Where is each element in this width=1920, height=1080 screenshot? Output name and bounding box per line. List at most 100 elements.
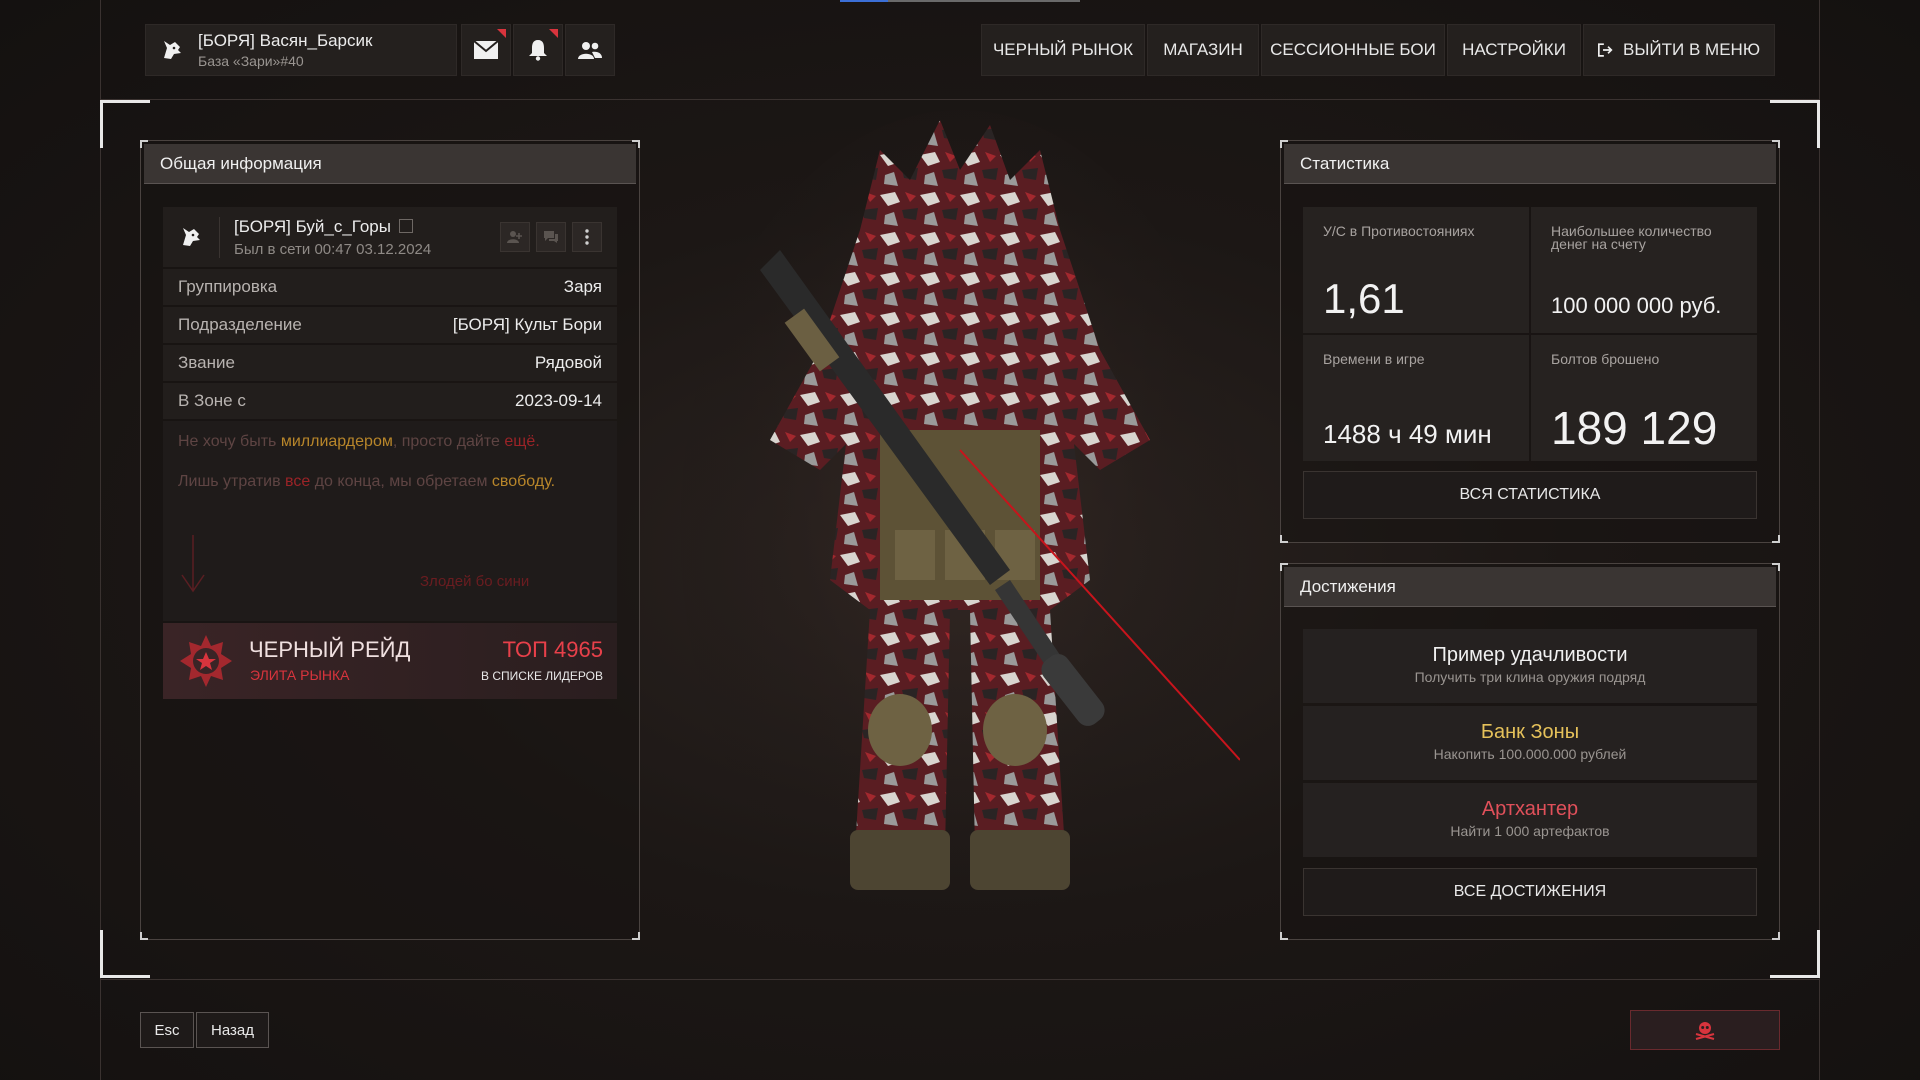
character-model xyxy=(680,110,1241,970)
user-card[interactable]: [БОРЯ] Васян_Барсик База «Зари»#40 xyxy=(145,24,457,76)
bio-text: Лишь утратив xyxy=(178,473,286,490)
raid-top-caption: В СПИСКЕ ЛИДЕРОВ xyxy=(481,669,603,683)
black-raid-card[interactable]: ЧЕРНЫЙ РЕЙД ЭЛИТА РЫНКА ТОП 4965 В СПИСК… xyxy=(163,623,617,699)
bio-arrow-glyph xyxy=(178,535,208,598)
nav-black-market[interactable]: ЧЕРНЫЙ РЫНОК xyxy=(981,24,1145,76)
achievement-desc: Накопить 100.000.000 рублей xyxy=(1433,746,1627,762)
frame-line-top xyxy=(100,99,1820,100)
user-name: [БОРЯ] Васян_Барсик xyxy=(198,31,373,50)
panel-corner xyxy=(1772,563,1780,571)
stat-money: Наибольшее количество денег на счету 100 … xyxy=(1531,207,1757,333)
panel-corner xyxy=(140,932,148,940)
player-last-seen: Был в сети 00:47 03.12.2024 xyxy=(234,240,432,258)
bio-text: до конца, мы обретаем xyxy=(310,473,492,490)
info-row-rank: Звание Рядовой xyxy=(163,345,617,381)
nav-exit-menu[interactable]: ВЫЙТИ В МЕНЮ xyxy=(1583,24,1775,76)
message-button[interactable] xyxy=(536,222,566,252)
stat-time-value: 1488 ч 49 мин xyxy=(1323,419,1492,449)
wolf-emblem-icon xyxy=(163,223,219,251)
back-button[interactable]: Назад xyxy=(196,1012,269,1048)
bio-box xyxy=(163,421,617,621)
exit-icon xyxy=(1598,43,1613,57)
bio-text: Не хочу быть xyxy=(178,433,281,450)
stat-kd-label: У/С в Противостояниях xyxy=(1323,223,1475,239)
info-key: Звание xyxy=(178,353,235,372)
achievements-title: Достижения xyxy=(1284,567,1776,607)
stat-money-value: 100 000 000 руб. xyxy=(1551,293,1722,318)
panel-corner xyxy=(632,140,640,148)
stat-money-label-line: денег на счету xyxy=(1551,236,1646,252)
friends-icon xyxy=(578,42,602,59)
chat-icon xyxy=(544,231,558,243)
panel-corner xyxy=(1280,535,1288,543)
stat-bolts-value: 189 129 xyxy=(1551,402,1718,454)
all-statistics-button[interactable]: ВСЯ СТАТИСТИКА xyxy=(1303,471,1757,519)
player-card: [БОРЯ] Буй_с_Горы Был в сети 00:47 03.12… xyxy=(163,207,617,267)
raid-top-rank: ТОП 4965 xyxy=(502,637,603,662)
more-options-button[interactable] xyxy=(572,222,602,252)
add-friend-button[interactable] xyxy=(500,222,530,252)
bio-signature: Злодей бо сини xyxy=(420,573,530,590)
general-info-title: Общая информация xyxy=(144,144,636,184)
panel-corner xyxy=(1280,140,1288,148)
bio-highlight: свободу. xyxy=(491,473,556,490)
info-row-unit: Подразделение [БОРЯ] Культ Бори xyxy=(163,307,617,343)
bio-line-2: Лишь утратив все до конца, мы обретаем с… xyxy=(178,473,555,491)
panel-corner xyxy=(1280,563,1288,571)
user-base: База «Зари»#40 xyxy=(198,53,304,69)
raid-title: ЧЕРНЫЙ РЕЙД xyxy=(249,637,411,662)
bell-icon xyxy=(529,40,547,61)
info-row-zone-since: В Зоне с 2023-09-14 xyxy=(163,383,617,419)
stat-bolts-label: Болтов брошено xyxy=(1551,351,1660,367)
stat-time-label: Времени в игре xyxy=(1323,351,1425,367)
panel-corner xyxy=(632,932,640,940)
achievement-title: Банк Зоны xyxy=(1480,721,1580,743)
nav-settings[interactable]: НАСТРОЙКИ xyxy=(1447,24,1581,76)
stat-money-label: Наибольшее количество денег на счету xyxy=(1551,224,1712,252)
bio-highlight: все xyxy=(285,473,311,490)
bio-highlight: ещё. xyxy=(504,433,540,450)
raid-emblem-icon xyxy=(177,632,235,695)
frame-line-right xyxy=(1819,0,1820,1080)
esc-key[interactable]: Esc xyxy=(140,1012,194,1048)
bio-line-1: Не хочу быть миллиардером, просто дайте … xyxy=(178,433,540,451)
bio-text: , просто дайте xyxy=(392,433,505,450)
raid-subtitle: ЭЛИТА РЫНКА xyxy=(250,667,350,683)
panel-corner xyxy=(1772,535,1780,543)
info-key: Группировка xyxy=(178,277,278,296)
stat-kd: У/С в Противостояниях 1,61 xyxy=(1303,207,1529,333)
notifications-button[interactable] xyxy=(513,24,563,76)
wolf-emblem-icon xyxy=(146,24,198,76)
achievement-item[interactable]: Пример удачливости Получить три клина ор… xyxy=(1303,629,1757,703)
copy-icon[interactable] xyxy=(398,218,413,233)
add-friend-icon xyxy=(507,231,522,243)
achievement-title: Артхантер xyxy=(1481,798,1579,820)
stat-time: Времени в игре 1488 ч 49 мин xyxy=(1303,335,1529,461)
statistics-title: Статистика xyxy=(1284,144,1776,184)
info-row-faction: Группировка Заря xyxy=(163,269,617,305)
info-value: 2023-09-14 xyxy=(515,391,602,410)
info-value: [БОРЯ] Культ Бори xyxy=(452,315,602,334)
mail-button[interactable] xyxy=(461,24,511,76)
info-value: Рядовой xyxy=(534,353,602,372)
top-progress-indicator xyxy=(840,0,1080,2)
achievement-item[interactable]: Банк Зоны Накопить 100.000.000 рублей xyxy=(1303,706,1757,780)
frame-line-bottom xyxy=(100,979,1820,980)
nav-session-battles[interactable]: СЕССИОННЫЕ БОИ xyxy=(1261,24,1445,76)
player-name: [БОРЯ] Буй_с_Горы xyxy=(234,216,391,236)
panel-corner xyxy=(1772,932,1780,940)
mail-icon xyxy=(473,40,499,59)
panel-corner xyxy=(140,140,148,148)
all-achievements-button[interactable]: ВСЕ ДОСТИЖЕНИЯ xyxy=(1303,868,1757,916)
achievement-item[interactable]: Артхантер Найти 1 000 артефактов xyxy=(1303,783,1757,857)
skull-crossbones-icon xyxy=(1695,1022,1715,1040)
info-key: Подразделение xyxy=(178,315,302,334)
stat-kd-value: 1,61 xyxy=(1323,275,1405,322)
more-vertical-icon xyxy=(585,229,589,245)
panel-corner xyxy=(1772,140,1780,148)
nav-shop[interactable]: МАГАЗИН xyxy=(1147,24,1259,76)
report-button[interactable] xyxy=(1630,1010,1780,1050)
notification-marker xyxy=(549,29,558,38)
notification-marker xyxy=(497,29,506,38)
friends-button[interactable] xyxy=(565,24,615,76)
